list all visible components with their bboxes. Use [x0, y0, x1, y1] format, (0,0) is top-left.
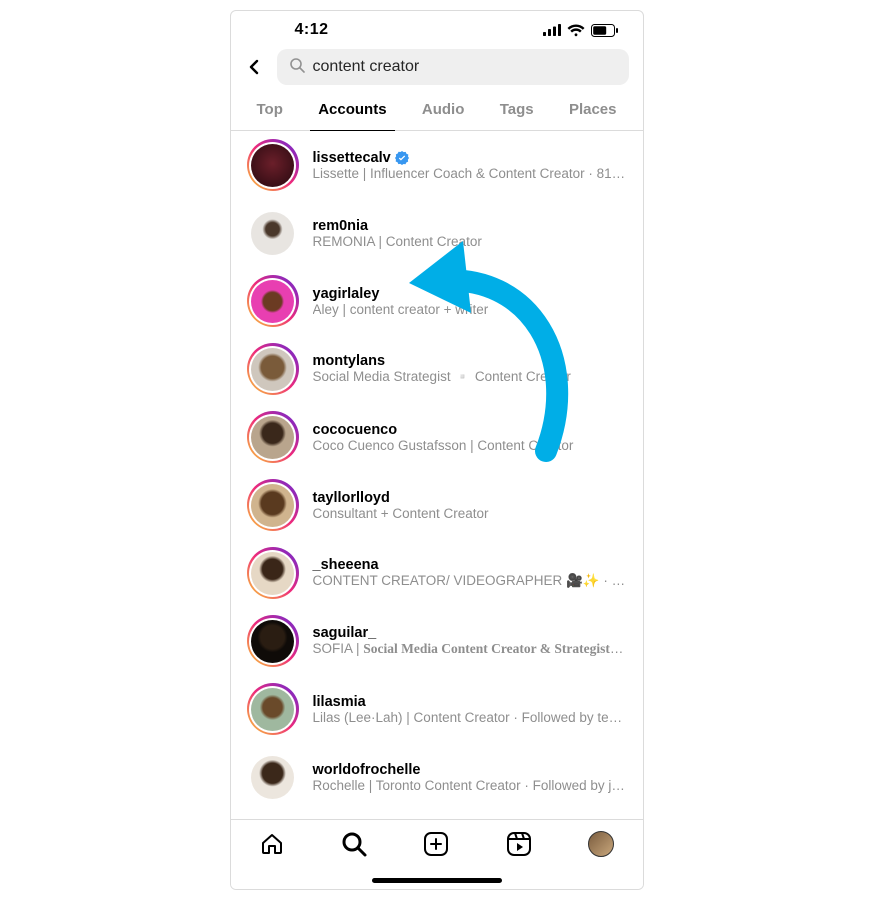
- account-meta: rem0niaREMONIA | Content Creator: [313, 218, 627, 249]
- status-bar: 4:12: [231, 11, 643, 45]
- account-subtitle: SOFIA | Social Media Content Creator & S…: [313, 641, 627, 657]
- avatar-story-ring[interactable]: [247, 139, 299, 191]
- account-username: worldofrochelle: [313, 762, 421, 778]
- tab-label: Tags: [500, 101, 534, 118]
- account-meta: yagirlaleyAley | content creator + write…: [313, 286, 627, 317]
- avatar: [251, 348, 294, 391]
- avatar-story-ring[interactable]: [247, 207, 299, 259]
- account-meta: lissettecalvLissette | Influencer Coach …: [313, 150, 627, 181]
- account-subtitle: Rochelle | Toronto Content Creator · Fol…: [313, 778, 627, 793]
- account-row[interactable]: cococuencoCoco Cuenco Gustafsson | Conte…: [231, 403, 643, 471]
- account-subtitle: Lissette | Influencer Coach & Content Cr…: [313, 166, 627, 181]
- account-row[interactable]: lissettecalvLissette | Influencer Coach …: [231, 131, 643, 199]
- avatar: [251, 416, 294, 459]
- avatar-story-ring[interactable]: [247, 615, 299, 667]
- account-username: montylans: [313, 353, 386, 369]
- avatar: [251, 620, 294, 663]
- account-subtitle: REMONIA | Content Creator: [313, 234, 627, 249]
- nav-create-button[interactable]: [422, 830, 450, 858]
- search-icon: [289, 57, 305, 78]
- avatar: [251, 212, 294, 255]
- avatar: [251, 552, 294, 595]
- status-time: 4:12: [295, 21, 329, 39]
- account-row[interactable]: _sheeenaCONTENT CREATOR/ VIDEOGRAPHER 🎥✨…: [231, 539, 643, 607]
- bottom-nav: [231, 819, 643, 889]
- account-username: lilasmia: [313, 694, 366, 710]
- account-subtitle: CONTENT CREATOR/ VIDEOGRAPHER 🎥✨ · Follo…: [313, 573, 627, 589]
- account-row[interactable]: yagirlaleyAley | content creator + write…: [231, 267, 643, 335]
- account-subtitle: Social Media Strategist ▫️ Content Creat…: [313, 369, 627, 385]
- back-button[interactable]: [239, 52, 269, 82]
- avatar-story-ring[interactable]: [247, 479, 299, 531]
- account-username: yagirlaley: [313, 286, 380, 302]
- avatar: [251, 280, 294, 323]
- tab-label: Places: [569, 101, 617, 118]
- account-meta: saguilar_SOFIA | Social Media Content Cr…: [313, 625, 627, 657]
- avatar-story-ring[interactable]: [247, 547, 299, 599]
- nav-home-button[interactable]: [258, 830, 286, 858]
- verified-icon: [395, 151, 409, 165]
- avatar-story-ring[interactable]: [247, 683, 299, 735]
- avatar: [588, 831, 614, 857]
- cellular-icon: [543, 24, 561, 36]
- account-subtitle: Lilas (Lee·Lah) | Content Creator · Foll…: [313, 710, 627, 725]
- account-row[interactable]: saguilar_SOFIA | Social Media Content Cr…: [231, 607, 643, 675]
- tab-label: Accounts: [318, 101, 386, 118]
- account-row[interactable]: lilasmiaLilas (Lee·Lah) | Content Creato…: [231, 675, 643, 743]
- tab-tags[interactable]: Tags: [496, 91, 538, 130]
- search-row: content creator: [231, 45, 643, 91]
- avatar: [251, 484, 294, 527]
- avatar-story-ring[interactable]: [247, 751, 299, 803]
- avatar: [251, 756, 294, 799]
- avatar: [251, 688, 294, 731]
- account-meta: montylansSocial Media Strategist ▫️ Cont…: [313, 353, 627, 385]
- tab-label: Top: [257, 101, 283, 118]
- tab-places[interactable]: Places: [565, 91, 621, 130]
- account-username: cococuenco: [313, 422, 398, 438]
- search-results: lissettecalvLissette | Influencer Coach …: [231, 131, 643, 890]
- nav-search-button[interactable]: [340, 830, 368, 858]
- avatar-story-ring[interactable]: [247, 275, 299, 327]
- account-subtitle: Coco Cuenco Gustafsson | Content Creator: [313, 438, 627, 453]
- account-username: _sheeena: [313, 557, 379, 573]
- account-row[interactable]: rem0niaREMONIA | Content Creator: [231, 199, 643, 267]
- avatar-story-ring[interactable]: [247, 411, 299, 463]
- account-meta: tayllorlloydConsultant + Content Creator: [313, 490, 627, 521]
- tab-label: Audio: [422, 101, 465, 118]
- account-username: rem0nia: [313, 218, 369, 234]
- nav-profile-button[interactable]: [587, 830, 615, 858]
- nav-reels-button[interactable]: [505, 830, 533, 858]
- home-indicator: [372, 878, 502, 883]
- battery-icon: [591, 24, 619, 37]
- avatar-story-ring[interactable]: [247, 343, 299, 395]
- tab-top[interactable]: Top: [253, 91, 287, 130]
- account-row[interactable]: worldofrochelleRochelle | Toronto Conten…: [231, 743, 643, 811]
- account-subtitle: Aley | content creator + writer: [313, 302, 627, 317]
- search-tabs: Top Accounts Audio Tags Places: [231, 91, 643, 131]
- wifi-icon: [567, 24, 585, 37]
- status-indicators: [543, 24, 619, 37]
- account-meta: worldofrochelleRochelle | Toronto Conten…: [313, 762, 627, 793]
- account-subtitle: Consultant + Content Creator: [313, 506, 627, 521]
- account-username: tayllorlloyd: [313, 490, 390, 506]
- account-meta: cococuencoCoco Cuenco Gustafsson | Conte…: [313, 422, 627, 453]
- phone-frame: 4:12 content cre: [230, 10, 644, 890]
- search-query-text: content creator: [313, 58, 420, 76]
- account-row[interactable]: montylansSocial Media Strategist ▫️ Cont…: [231, 335, 643, 403]
- account-meta: lilasmiaLilas (Lee·Lah) | Content Creato…: [313, 694, 627, 725]
- account-username: lissettecalv: [313, 150, 391, 166]
- tab-accounts[interactable]: Accounts: [314, 91, 390, 130]
- search-input[interactable]: content creator: [277, 49, 629, 85]
- account-meta: _sheeenaCONTENT CREATOR/ VIDEOGRAPHER 🎥✨…: [313, 557, 627, 589]
- avatar: [251, 144, 294, 187]
- account-username: saguilar_: [313, 625, 377, 641]
- account-row[interactable]: tayllorlloydConsultant + Content Creator: [231, 471, 643, 539]
- tab-audio[interactable]: Audio: [418, 91, 469, 130]
